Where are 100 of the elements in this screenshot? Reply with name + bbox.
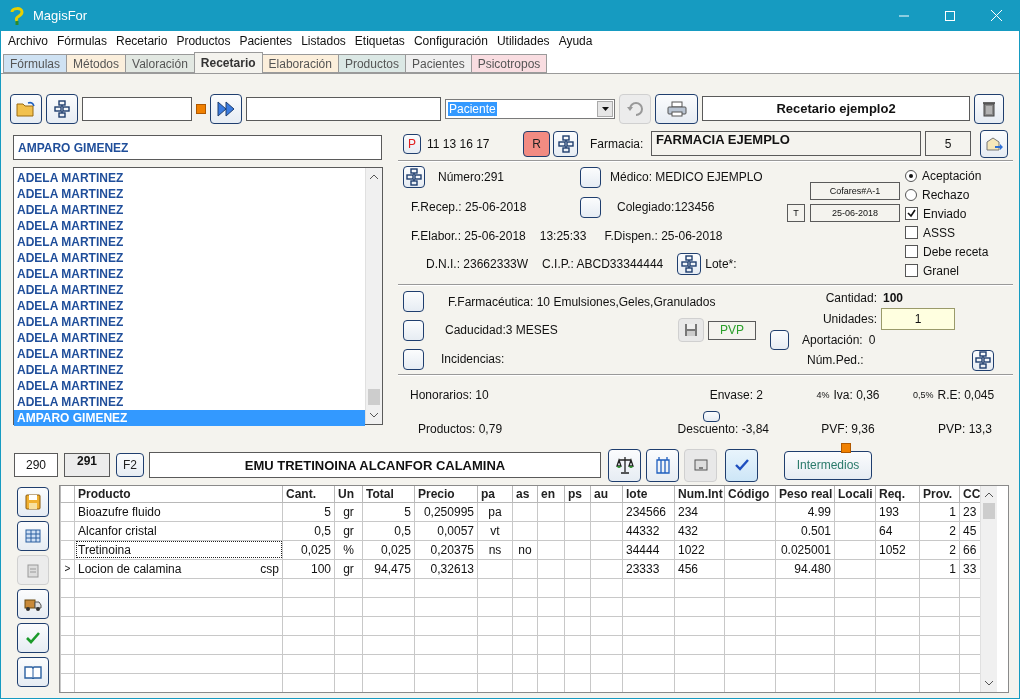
patient-list-item[interactable]: ADELA MARTINEZ — [14, 218, 365, 234]
checkbox-option[interactable]: Debe receta — [905, 242, 989, 261]
checkbox[interactable] — [905, 245, 918, 258]
formula-name-field[interactable]: EMU TRETINOINA ALCANFOR CALAMINA — [149, 452, 601, 478]
expiry-toggle-button[interactable] — [403, 319, 424, 341]
medico-toggle-button[interactable] — [580, 166, 601, 188]
menu-item[interactable]: Etiquetas — [350, 34, 409, 48]
column-header[interactable]: Un — [334, 486, 363, 502]
column-header[interactable]: Prov. — [919, 486, 960, 502]
column-header[interactable]: Cant. — [282, 486, 335, 502]
checkbox[interactable] — [905, 226, 918, 239]
radio-option[interactable]: Aceptación — [905, 166, 989, 185]
column-header[interactable]: pa — [477, 486, 513, 502]
book-button[interactable] — [17, 657, 49, 687]
colegiado-toggle-button[interactable] — [580, 196, 601, 218]
tree-button[interactable] — [46, 93, 78, 124]
code-field[interactable] — [82, 96, 192, 121]
column-header[interactable]: as — [512, 486, 538, 502]
patient-list-item[interactable]: ADELA MARTINEZ — [14, 298, 365, 314]
radio-option[interactable]: Rechazo — [905, 185, 989, 204]
column-header[interactable]: en — [537, 486, 565, 502]
column-header[interactable]: Producto — [74, 486, 283, 502]
scrollbar[interactable] — [980, 486, 997, 692]
intermediates-button[interactable]: Intermedios — [784, 450, 872, 480]
tree-button[interactable] — [677, 253, 702, 275]
menu-item[interactable]: Productos — [172, 34, 235, 48]
tree-button[interactable] — [553, 130, 578, 157]
recipe-title-field[interactable]: Recetario ejemplo2 — [702, 96, 970, 121]
column-header[interactable]: Req. — [875, 486, 920, 502]
patient-list-item[interactable]: ADELA MARTINEZ — [14, 394, 365, 410]
patient-list-item[interactable]: ADELA MARTINEZ — [14, 330, 365, 346]
column-header[interactable]: Precio — [414, 486, 478, 502]
checkbox-option[interactable]: ASSS — [905, 223, 989, 242]
column-header[interactable]: Num.Int — [674, 486, 725, 502]
previous-number-field[interactable]: 290 — [14, 453, 58, 477]
pharmacy-count-field[interactable]: 5 — [925, 131, 971, 156]
forward-button[interactable] — [210, 93, 242, 124]
delete-button[interactable] — [974, 93, 1004, 124]
patient-list-item[interactable]: ADELA MARTINEZ — [14, 234, 365, 250]
menu-item[interactable]: Ayuda — [554, 34, 597, 48]
menu-item[interactable]: Archivo — [4, 34, 52, 48]
send-button[interactable] — [980, 129, 1008, 158]
confirm-button[interactable] — [725, 448, 758, 482]
patient-list-item[interactable]: ADELA MARTINEZ — [14, 202, 365, 218]
patient-list-item[interactable]: ADELA MARTINEZ — [14, 186, 365, 202]
columns-button[interactable] — [646, 448, 679, 482]
print-button[interactable] — [655, 93, 698, 124]
delivery-button[interactable] — [17, 589, 49, 619]
patient-field[interactable]: AMPARO GIMENEZ — [13, 135, 382, 160]
tab[interactable]: Psicotropos — [470, 54, 548, 73]
menu-item[interactable]: Configuración — [409, 34, 492, 48]
tab[interactable]: Valoración — [125, 54, 195, 73]
open-button[interactable] — [10, 93, 42, 124]
scrollbar[interactable] — [365, 168, 382, 424]
incidents-toggle-button[interactable] — [403, 348, 424, 370]
menu-item[interactable]: Listados — [297, 34, 350, 48]
checkbox-option[interactable]: Enviado — [905, 204, 989, 223]
balance-button[interactable] — [608, 448, 641, 482]
column-header[interactable]: Total — [362, 486, 415, 502]
patient-list-item[interactable]: ADELA MARTINEZ — [14, 378, 365, 394]
column-header[interactable]: Peso real — [775, 486, 835, 502]
column-header[interactable]: lote — [622, 486, 675, 502]
supplier-field[interactable]: Cofares#A-1 — [810, 182, 900, 200]
tab[interactable]: Pacientes — [404, 54, 472, 73]
display-button[interactable] — [684, 448, 717, 482]
t-field[interactable]: T — [787, 204, 805, 222]
tab[interactable]: Fórmulas — [3, 54, 67, 73]
patient-list-item[interactable]: ADELA MARTINEZ — [14, 250, 365, 266]
column-header[interactable]: ps — [564, 486, 591, 502]
save-button[interactable] — [17, 487, 49, 517]
contribution-toggle-button[interactable] — [770, 329, 789, 350]
f2-button[interactable]: F2 — [116, 453, 144, 477]
current-number-field[interactable]: 291 — [64, 453, 110, 477]
discount-toggle-button[interactable] — [703, 411, 720, 422]
patient-list-item[interactable]: ADELA MARTINEZ — [14, 346, 365, 362]
tree-button[interactable] — [403, 166, 425, 188]
r-button[interactable]: R — [523, 130, 550, 157]
search-field[interactable] — [246, 96, 441, 121]
column-header[interactable]: au — [590, 486, 623, 502]
menu-item[interactable]: Utilidades — [492, 34, 554, 48]
checkbox[interactable] — [905, 264, 918, 277]
scroll-thumb[interactable] — [983, 503, 995, 519]
units-field[interactable]: 1 — [881, 307, 955, 330]
checkbox[interactable] — [905, 207, 918, 220]
form-toggle-button[interactable] — [403, 291, 424, 312]
column-header[interactable]: Código — [724, 486, 776, 502]
column-header[interactable]: Locali — [834, 486, 876, 502]
tab[interactable]: Productos — [337, 54, 406, 73]
table-button[interactable] — [17, 521, 49, 551]
tab[interactable]: Métodos — [66, 54, 127, 73]
checkbox-option[interactable]: Granel — [905, 261, 989, 280]
sent-date-field[interactable]: 25-06-2018 — [810, 204, 900, 222]
validate-button[interactable] — [17, 623, 49, 653]
tree-button[interactable] — [972, 349, 994, 371]
p-button[interactable]: P — [403, 133, 421, 154]
menu-item[interactable]: Pacientes — [235, 34, 297, 48]
tab[interactable]: Recetario — [193, 52, 263, 73]
patient-list-item[interactable]: ADELA MARTINEZ — [14, 282, 365, 298]
menu-item[interactable]: Fórmulas — [53, 34, 112, 48]
patient-list-item[interactable]: ADELA MARTINEZ — [14, 266, 365, 282]
